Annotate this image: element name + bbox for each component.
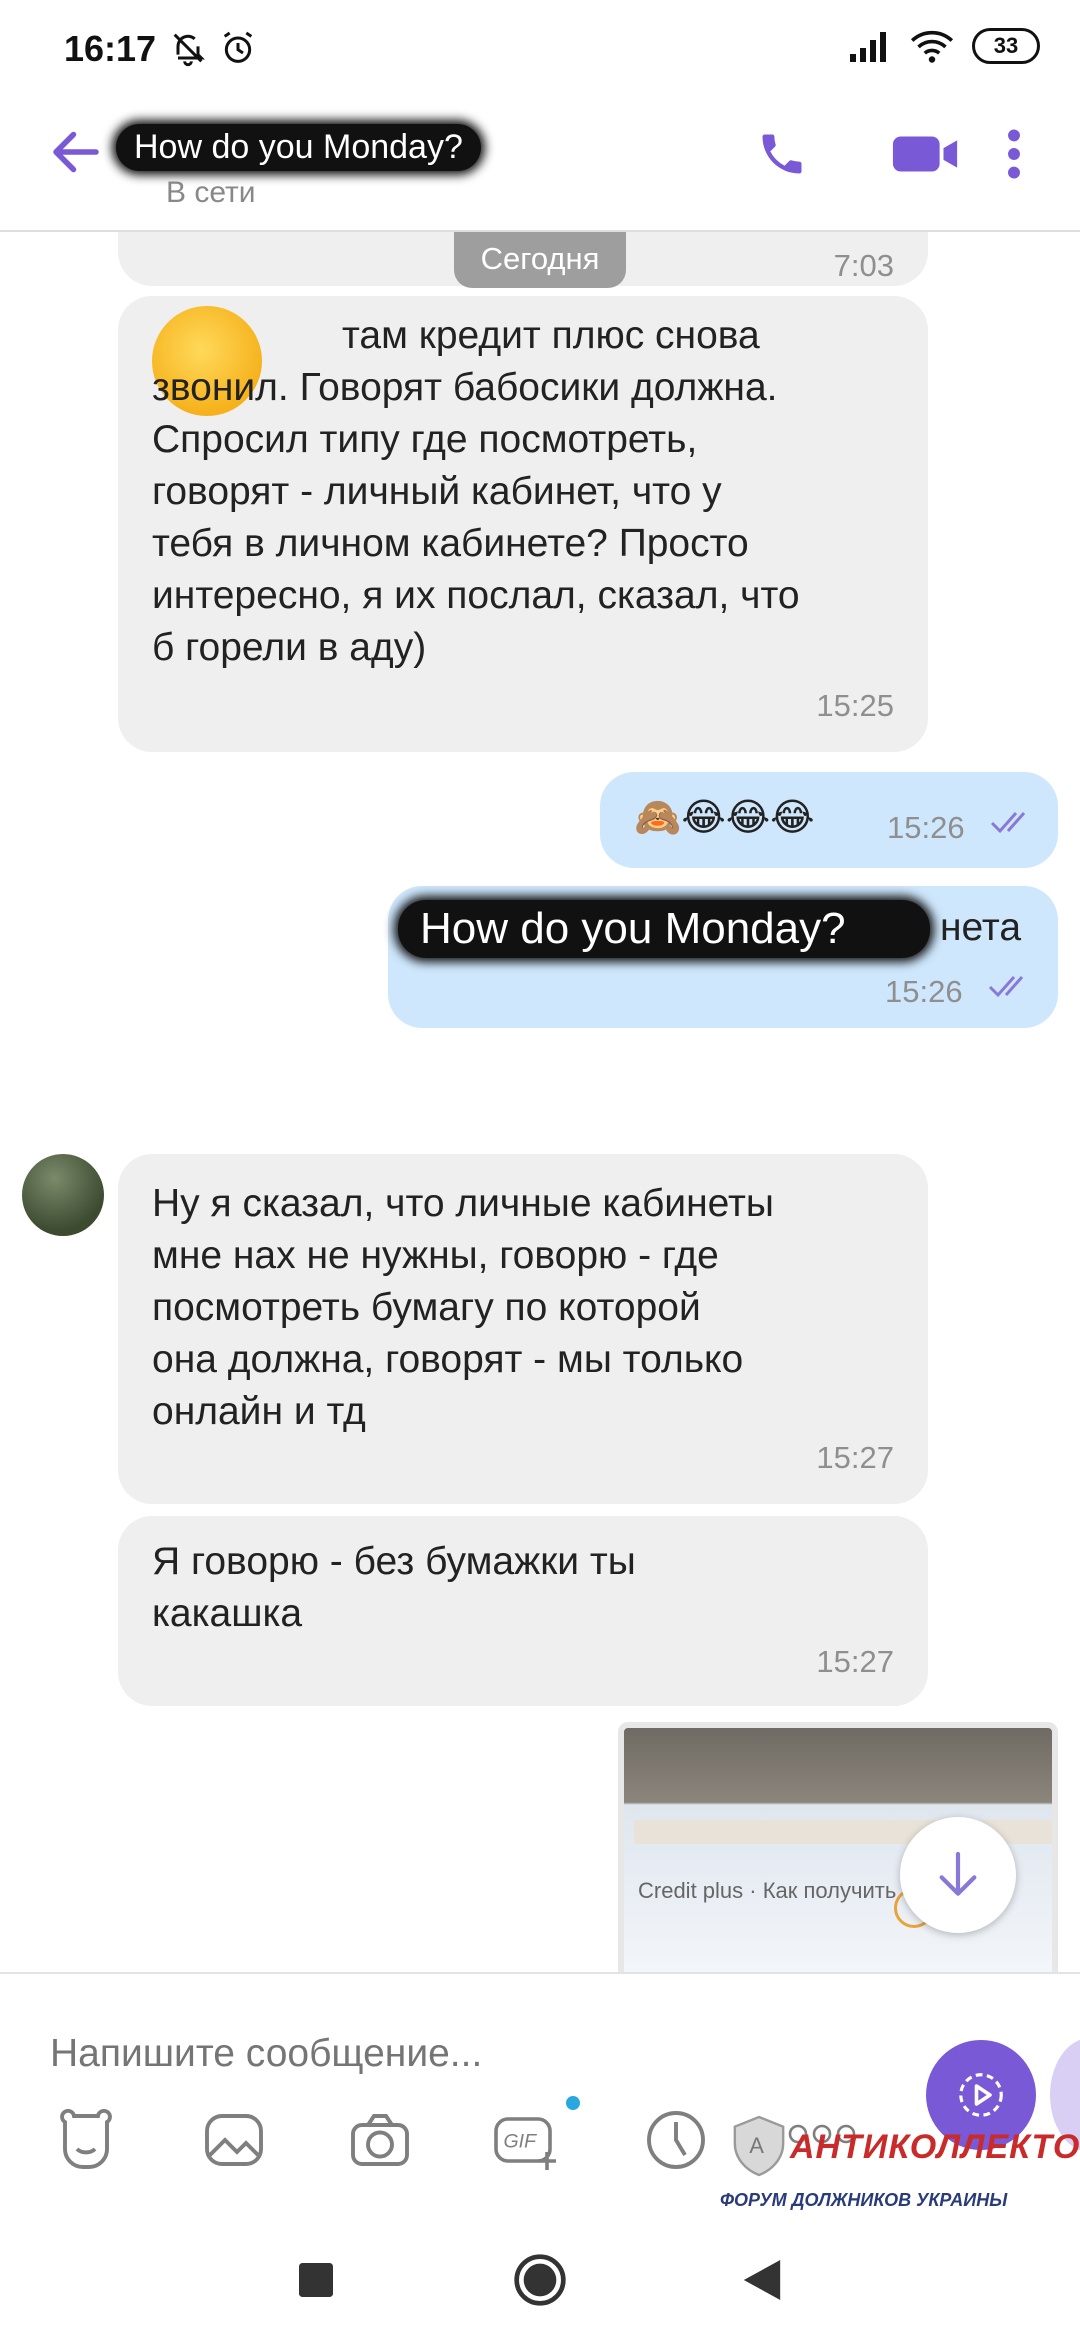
read-ticks-icon [990, 812, 1026, 834]
date-divider: Сегодня [454, 232, 626, 288]
triangle-back-icon [743, 2260, 781, 2300]
message-text: Я говорю - без бумажки ты какашка [152, 1540, 636, 1635]
mute-bell-icon [173, 33, 205, 67]
call-button[interactable] [750, 122, 814, 186]
timer-button[interactable] [640, 2104, 712, 2176]
sticker-icon [60, 2108, 112, 2169]
back-arrow-icon [53, 131, 99, 173]
read-ticks-icon [988, 976, 1024, 998]
wifi-icon [910, 30, 954, 63]
message-bubble[interactable]: Я говорю - без бумажки ты какашка 15:27 [118, 1516, 928, 1706]
message-time: 7:03 [833, 248, 894, 283]
contact-name[interactable]: How do you Monday? [116, 124, 481, 171]
message-list[interactable]: 7:03 Сегодня там кредит плюс снова звони… [0, 232, 1080, 1972]
watermark: A АНТИКОЛЛЕКТОР ФОРУМ ДОЛЖНИКОВ УКРАИНЫ [720, 2112, 1080, 2222]
alarm-icon [223, 31, 253, 63]
back-nav-button[interactable] [734, 2252, 790, 2308]
message-text: 🙈😂😂😂 [634, 797, 815, 839]
avatar[interactable] [22, 1154, 104, 1236]
message-bubble-outgoing[interactable]: 🙈😂😂😂 15:26 [600, 772, 1058, 868]
more-icon [1008, 129, 1020, 179]
battery-icon: 33 [972, 28, 1040, 64]
gallery-button[interactable] [198, 2104, 270, 2176]
message-text: Ну я сказал, что личные кабинеты мне нах… [152, 1182, 774, 1433]
svg-text:GIF: GIF [504, 2131, 538, 2153]
chat-header: How do you Monday? В сети [0, 100, 1080, 232]
clock-icon [647, 2111, 705, 2169]
message-time: 15:25 [816, 688, 894, 723]
clock: 16:17 [64, 28, 157, 69]
scroll-to-bottom-button[interactable] [900, 1817, 1016, 1933]
recents-button[interactable] [288, 2252, 344, 2308]
message-time: 15:26 [887, 810, 965, 845]
gallery-icon [205, 2114, 263, 2166]
arrow-down-icon [939, 1851, 977, 1896]
new-indicator-dot [566, 2096, 580, 2110]
gif-icon: GIF [494, 2117, 556, 2170]
system-nav-bar [0, 2212, 1080, 2340]
message-text: там кредит плюс снова звонил. Говорят ба… [152, 314, 800, 669]
status-bar: 16:17 33 [0, 0, 1080, 100]
shield-logo-icon: A [733, 2115, 785, 2177]
video-icon [892, 136, 958, 172]
svg-text:A: A [749, 2133, 764, 2158]
message-bubble[interactable]: там кредит плюс снова звонил. Говорят ба… [118, 296, 928, 752]
message-text: нета [940, 906, 1022, 949]
home-button[interactable] [512, 2252, 568, 2308]
watermark-subtitle: ФОРУМ ДОЛЖНИКОВ УКРАИНЫ [720, 2190, 1008, 2210]
message-bubble[interactable]: Ну я сказал, что личные кабинеты мне нах… [118, 1154, 928, 1504]
message-input[interactable] [50, 2014, 870, 2094]
message-time: 15:26 [885, 974, 963, 1009]
message-bubble-outgoing[interactable]: How do you Monday? нета 15:26 [388, 886, 1058, 1028]
camera-button[interactable] [344, 2104, 416, 2176]
back-button[interactable] [46, 122, 106, 182]
square-icon [299, 2263, 333, 2297]
message-time: 15:27 [816, 1440, 894, 1475]
gif-button[interactable]: GIF [490, 2096, 580, 2176]
watermark-title: АНТИКОЛЛЕКТОР [790, 2128, 1080, 2166]
camera-icon [351, 2114, 409, 2166]
thumb-text: Credit plus · Как получить [638, 1878, 897, 1903]
phone-icon [762, 134, 802, 174]
message-time: 15:27 [816, 1644, 894, 1679]
video-call-button[interactable] [878, 122, 974, 186]
signal-icon [850, 32, 886, 62]
redacted-text: How do you Monday? [398, 900, 930, 958]
more-options-button[interactable] [994, 122, 1034, 186]
home-circle-icon [514, 2254, 566, 2306]
sticker-button[interactable] [50, 2104, 122, 2176]
contact-status: В сети [166, 176, 256, 209]
